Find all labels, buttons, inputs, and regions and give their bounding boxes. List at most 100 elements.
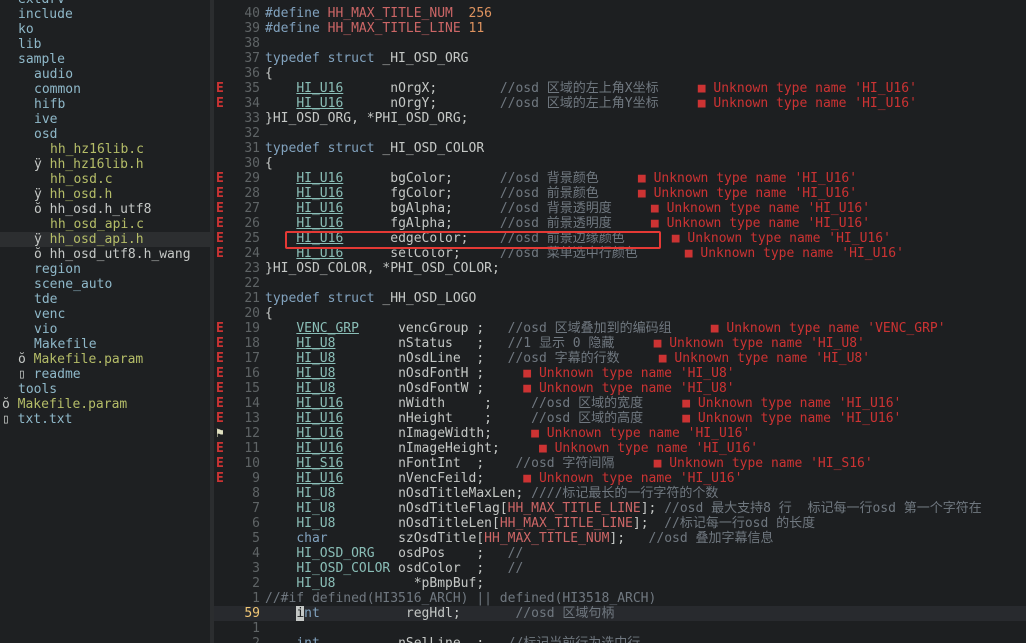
code-text: { xyxy=(265,156,273,171)
tree-item[interactable]: lib xyxy=(0,37,210,52)
tree-item[interactable]: ÿ hh_osd_api.h xyxy=(0,232,210,247)
line-number: 59 xyxy=(244,606,260,621)
code-line[interactable]: 2 int nSelLine ; //标记当前行为选中行 xyxy=(214,636,1026,643)
code-line[interactable]: 36 { xyxy=(214,66,1026,81)
error-sign-icon: E xyxy=(216,336,224,351)
tree-item[interactable]: ive xyxy=(0,112,210,127)
tree-item[interactable]: ÿ hh_osd.h xyxy=(0,187,210,202)
code-line[interactable]: 23}HI_OSD_COLOR, *PHI_OSD_COLOR; xyxy=(214,261,1026,276)
code-line[interactable]: 37 typedef struct _HI_OSD_ORG xyxy=(214,51,1026,66)
tree-item[interactable]: ŏ hh_osd.h_utf8 xyxy=(0,202,210,217)
tree-item[interactable]: hifb xyxy=(0,97,210,112)
code-line[interactable]: E 27 HI_U16 bgAlpha; //osd 背景透明度 ■ Unknow… xyxy=(214,201,1026,216)
tree-item[interactable]: vio xyxy=(0,322,210,337)
code-line[interactable]: E 16 HI_U8 nOsdFontH ; ■ Unknown type nam… xyxy=(214,366,1026,381)
code-line[interactable]: ⚑ 12 HI_U16 nImageWidth; ■ Unknown type n… xyxy=(214,426,1026,441)
tree-item[interactable]: Makefile xyxy=(0,337,210,352)
tree-item[interactable]: ÿ hh_hz16lib.h xyxy=(0,157,210,172)
line-number: 20 xyxy=(244,306,260,321)
code-line[interactable]: 21 typedef struct _HH_OSD_LOGO xyxy=(214,291,1026,306)
code-line[interactable]: E 10 HI_S16 nFontInt ; //osd 字符间隔 ■ Unkno… xyxy=(214,456,1026,471)
code-line[interactable]: 6 HI_U8 nOsdTitleLen[HH_MAX_TITLE_LINE];… xyxy=(214,516,1026,531)
code-line[interactable]: E 28 HI_U16 fgColor; //osd 前景颜色 ■ Unknown… xyxy=(214,186,1026,201)
code-text: HI_U8 nStatus ; //1 显示 0 隐藏 ■ Unknown ty… xyxy=(265,336,865,351)
code-line[interactable]: E 25 HI_U16 edgeColor; //osd 前景边缘颜色 ■ Unk… xyxy=(214,231,1026,246)
code-line[interactable]: 8 HI_U8 nOsdTitleMaxLen; ////标记最长的一行字符的个… xyxy=(214,486,1026,501)
tree-item[interactable]: sample xyxy=(0,52,210,67)
code-line[interactable]: 3 HI_OSD_COLOR osdColor ; // xyxy=(214,561,1026,576)
tree-item[interactable]: hh_hz16lib.c xyxy=(0,142,210,157)
code-line[interactable]: E 26 HI_U16 fgAlpha; //osd 前景透明度 ■ Unknow… xyxy=(214,216,1026,231)
type-token: HI_U16 xyxy=(296,186,344,201)
tree-item-label: hh_osd_api.h xyxy=(49,232,144,247)
code-line[interactable]: 38 xyxy=(214,36,1026,51)
code-line[interactable]: 4 HI_OSD_ORG osdPos ; // xyxy=(214,546,1026,561)
tree-item[interactable]: include xyxy=(0,7,210,22)
code-line[interactable]: 33}HI_OSD_ORG, *PHI_OSD_ORG; xyxy=(214,111,1026,126)
code-line[interactable]: E 35 HI_U16 nOrgX; //osd 区域的左上角X坐标 ■ Unkn… xyxy=(214,81,1026,96)
code-line[interactable]: 20 { xyxy=(214,306,1026,321)
code-line[interactable]: E 14 HI_U16 nWidth ; //osd 区域的宽度 ■ Unknow… xyxy=(214,396,1026,411)
file-status-icon: ÿ xyxy=(34,187,50,202)
comment-token: //osd 区域句柄 xyxy=(515,606,615,621)
diagnostic-message: ■ Unknown type name 'HI_U16' xyxy=(637,171,858,186)
type-token: HI_U8 xyxy=(296,516,336,531)
tree-item[interactable]: tde xyxy=(0,292,210,307)
code-line[interactable]: 31 typedef struct _HI_OSD_COLOR xyxy=(214,141,1026,156)
code-line[interactable]: 22 xyxy=(214,276,1026,291)
tree-item[interactable]: hh_osd_api.c xyxy=(0,217,210,232)
code-line[interactable]: 59 int regHdl; //osd 区域句柄 xyxy=(214,606,1026,621)
code-token: { xyxy=(265,306,273,321)
code-line[interactable]: 1 //#if defined(HI3516_ARCH) || defined(H… xyxy=(214,591,1026,606)
code-line[interactable]: 40 #define HH_MAX_TITLE_NUM 256 xyxy=(214,6,1026,21)
tree-item[interactable]: ŏ hh_osd_utf8.h_wang xyxy=(0,247,210,262)
code-line[interactable]: 2 HI_U8 *pBmpBuf; xyxy=(214,576,1026,591)
tree-item[interactable]: hh_osd.c xyxy=(0,172,210,187)
code-editor[interactable]: 40 #define HH_MAX_TITLE_NUM 256 39 #define … xyxy=(214,0,1026,643)
code-line[interactable]: E 34 HI_U16 nOrgY; //osd 区域的左上角Y坐标 ■ Unkn… xyxy=(214,96,1026,111)
code-line[interactable]: E 19 VENC_GRP vencGroup ; //osd 区域叠加到的编码组… xyxy=(214,321,1026,336)
code-line[interactable]: 7 HI_U8 nOsdTitleFlag[HH_MAX_TITLE_LINE]… xyxy=(214,501,1026,516)
tree-item[interactable]: audio xyxy=(0,67,210,82)
code-line[interactable]: 39 #define HH_MAX_TITLE_LINE 11 xyxy=(214,21,1026,36)
diagnostic-message: ■ Unknown type name 'HI_U16' xyxy=(671,231,891,246)
line-number: 29 xyxy=(244,171,260,186)
tree-item[interactable]: ▯ readme xyxy=(0,367,210,382)
file-status-icon: ▯ xyxy=(18,367,34,382)
tree-item[interactable]: extdrv xyxy=(0,0,210,7)
code-line[interactable]: E 15 HI_U8 nOsdFontW ; ■ Unknown type nam… xyxy=(214,381,1026,396)
code-line[interactable]: 32 xyxy=(214,126,1026,141)
code-line[interactable]: E 11 HI_U16 nImageHeight; ■ Unknown type … xyxy=(214,441,1026,456)
code-line[interactable]: E 17 HI_U8 nOsdLine ; //osd 字幕的行数 ■ Unkno… xyxy=(214,351,1026,366)
type-token: HI_U16 xyxy=(296,471,344,486)
code-token: ]; xyxy=(609,531,649,546)
code-line[interactable]: 5 char szOsdTitle[HH_MAX_TITLE_NUM]; //o… xyxy=(214,531,1026,546)
tree-item[interactable]: tools xyxy=(0,382,210,397)
line-number: 40 xyxy=(244,6,260,21)
code-line[interactable]: E 18 HI_U8 nStatus ; //1 显示 0 隐藏 ■ Unknow… xyxy=(214,336,1026,351)
tree-item[interactable]: ŏ Makefile.param xyxy=(0,352,210,367)
code-text: int regHdl; //osd 区域句柄 xyxy=(265,606,614,621)
code-line[interactable]: 30 { xyxy=(214,156,1026,171)
tree-item[interactable]: region xyxy=(0,262,210,277)
code-line[interactable]: 1 xyxy=(214,621,1026,636)
tree-item[interactable]: osd xyxy=(0,127,210,142)
keyword-token: int xyxy=(296,636,319,643)
tree-item[interactable]: venc xyxy=(0,307,210,322)
tree-item[interactable]: common xyxy=(0,82,210,97)
code-text: HI_S16 nFontInt ; //osd 字符间隔 ■ Unknown t… xyxy=(265,456,872,471)
tree-item[interactable]: ▯ txt.txt xyxy=(0,412,210,427)
code-line[interactable]: E 9 HI_U16 nVencFeild; ■ Unknown type nam… xyxy=(214,471,1026,486)
tree-item[interactable]: scene_auto xyxy=(0,277,210,292)
tree-item[interactable]: ko xyxy=(0,22,210,37)
tree-item[interactable]: ŏ Makefile.param xyxy=(0,397,210,412)
code-line[interactable]: E 13 HI_U16 nHeight ; //osd 区域的高度 ■ Unkno… xyxy=(214,411,1026,426)
code-line[interactable]: E 24 HI_U16 selColor; //osd 菜单选中行颜色 ■ Unk… xyxy=(214,246,1026,261)
code-line[interactable]: E 29 HI_U16 bgColor; //osd 背景颜色 ■ Unknown… xyxy=(214,171,1026,186)
